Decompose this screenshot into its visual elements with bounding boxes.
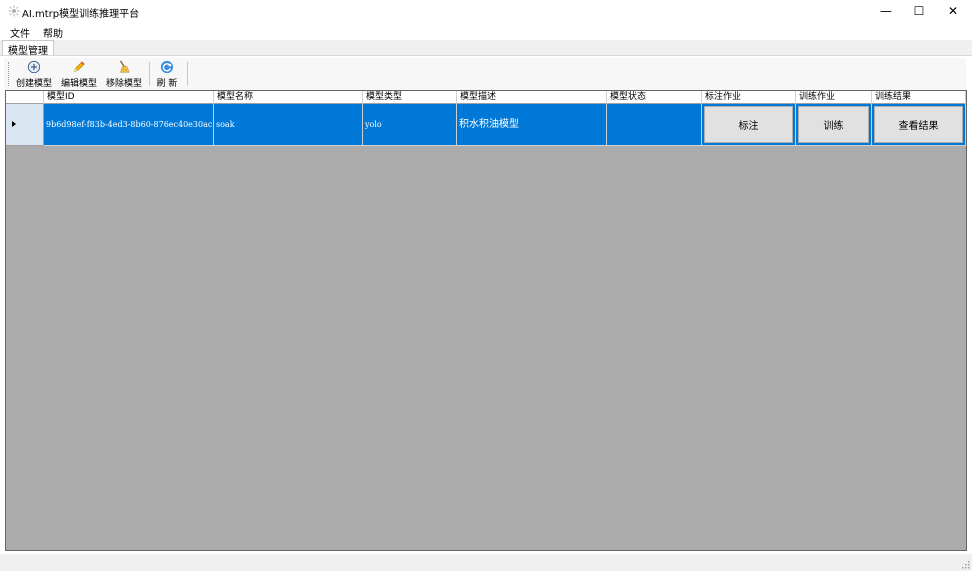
close-button[interactable]: ✕	[935, 0, 971, 22]
close-icon: ✕	[947, 4, 959, 18]
model-grid[interactable]: 模型ID 模型名称 模型类型 模型描述 模型状态 标注作业 训练作业 训练结果 …	[5, 90, 967, 551]
cell-model-status[interactable]	[607, 104, 702, 146]
column-header-model-name[interactable]: 模型名称	[214, 91, 363, 104]
menu-file[interactable]: 文件	[10, 25, 30, 40]
menu-help[interactable]: 帮助	[43, 25, 63, 40]
menu-bar: 文件 帮助	[0, 22, 972, 40]
cell-model-description[interactable]: 积水积油模型	[457, 104, 607, 146]
current-row-indicator-icon	[12, 121, 16, 127]
column-header-model-id[interactable]: 模型ID	[44, 91, 214, 104]
minimize-icon: —	[880, 4, 892, 18]
grid-header: 模型ID 模型名称 模型类型 模型描述 模型状态 标注作业 训练作业 训练结果	[6, 91, 966, 104]
column-header-model-type[interactable]: 模型类型	[363, 91, 457, 104]
cell-model-type[interactable]: yolo	[363, 104, 457, 146]
toolbar-separator	[187, 62, 188, 86]
title-bar: AI.mtrp模型训练推理平台 — ☐ ✕	[0, 0, 972, 22]
toolbar: 创建模型 编辑模型 移除模型 刷 新	[4, 58, 966, 90]
pencil-icon	[74, 61, 85, 72]
window-title: AI.mtrp模型训练推理平台	[22, 9, 140, 20]
create-model-label: 创建模型	[15, 79, 52, 89]
edit-model-label: 编辑模型	[60, 79, 97, 89]
column-header-train-result[interactable]: 训练结果	[872, 91, 966, 104]
table-row[interactable]: 9b6d98ef-f83b-4ed3-8b60-876ec40e30ac soa…	[6, 104, 966, 146]
column-header-model-description[interactable]: 模型描述	[457, 91, 607, 104]
remove-model-button[interactable]: 移除模型	[104, 59, 144, 89]
app-icon	[8, 5, 20, 17]
add-circle-icon	[27, 60, 41, 74]
cell-train-job: 训练	[796, 104, 872, 146]
tab-model-management[interactable]: 模型管理	[2, 40, 54, 57]
refresh-icon	[160, 60, 174, 74]
cell-annotate-job: 标注	[702, 104, 796, 146]
column-header-train-job[interactable]: 训练作业	[796, 91, 872, 104]
row-header[interactable]	[6, 104, 44, 146]
cell-model-id[interactable]: 9b6d98ef-f83b-4ed3-8b60-876ec40e30ac	[44, 104, 214, 146]
minimize-button[interactable]: —	[868, 0, 904, 22]
column-header-annotate-job[interactable]: 标注作业	[702, 91, 796, 104]
maximize-icon: ☐	[913, 4, 925, 18]
remove-model-label: 移除模型	[105, 79, 142, 89]
view-result-button[interactable]: 查看结果	[874, 106, 963, 143]
cell-train-result: 查看结果	[872, 104, 966, 146]
column-header-model-status[interactable]: 模型状态	[607, 91, 702, 104]
toolbar-grip[interactable]	[8, 62, 10, 86]
tab-strip: 模型管理	[0, 40, 972, 57]
cell-model-name[interactable]: soak	[214, 104, 363, 146]
edit-model-button[interactable]: 编辑模型	[59, 59, 99, 89]
create-model-button[interactable]: 创建模型	[14, 59, 54, 89]
refresh-button[interactable]: 刷 新	[152, 59, 182, 89]
annotate-button[interactable]: 标注	[704, 106, 793, 143]
maximize-button[interactable]: ☐	[901, 0, 937, 22]
train-button[interactable]: 训练	[798, 106, 869, 143]
toolbar-separator	[149, 62, 150, 86]
status-bar	[0, 554, 972, 571]
tab-panel: 创建模型 编辑模型 移除模型 刷 新 模型ID 模型名称 模型类型 模型描述 模…	[0, 55, 972, 571]
resize-grip-icon[interactable]	[960, 559, 970, 569]
header-corner	[6, 91, 44, 104]
refresh-label: 刷 新	[156, 79, 178, 89]
broom-icon	[119, 60, 130, 73]
